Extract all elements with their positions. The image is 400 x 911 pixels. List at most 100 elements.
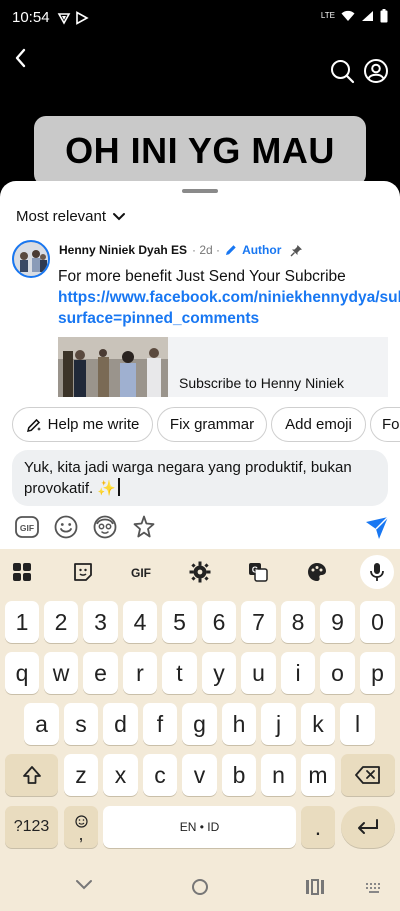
palette-icon[interactable]	[306, 561, 328, 583]
key-z[interactable]: z	[64, 754, 98, 796]
key-b[interactable]: b	[222, 754, 256, 796]
key-u[interactable]: u	[241, 652, 276, 694]
backspace-icon	[355, 766, 380, 784]
comment-input-value: Yuk, kita jadi warga negara yang produkt…	[24, 459, 352, 497]
key-9[interactable]: 9	[320, 601, 355, 643]
key-k[interactable]: k	[301, 703, 335, 745]
key-w[interactable]: w	[44, 652, 78, 694]
key-2[interactable]: 2	[44, 601, 78, 643]
key-x[interactable]: x	[103, 754, 138, 796]
key-e[interactable]: e	[83, 652, 118, 694]
symbols-key[interactable]: ?123	[5, 806, 58, 848]
key-o[interactable]: o	[320, 652, 355, 694]
sheet-drag-handle[interactable]	[182, 189, 218, 193]
video-text-overlay: OH INI YG MAU	[34, 116, 366, 186]
chip-add-emoji[interactable]: Add emoji	[271, 407, 366, 442]
voice-input-button[interactable]	[360, 555, 394, 589]
key-h[interactable]: h	[222, 703, 256, 745]
comment-author-avatar[interactable]	[12, 240, 50, 278]
sort-dropdown[interactable]: Most relevant	[16, 208, 126, 225]
key-p[interactable]: p	[360, 652, 395, 694]
home-icon[interactable]	[190, 877, 210, 897]
shift-key[interactable]	[5, 754, 58, 796]
settings-gear-icon[interactable]	[189, 561, 211, 583]
gif-key-label: GIF	[131, 566, 151, 580]
author-badge: Author	[242, 243, 282, 257]
key-0[interactable]: 0	[360, 601, 395, 643]
sparkle-sticker-icon[interactable]	[131, 514, 157, 540]
gif-key-icon[interactable]: GIF	[127, 561, 155, 583]
recents-icon[interactable]	[304, 878, 326, 896]
comment-link[interactable]: https://www.facebook.com/niniekhennydya/…	[58, 287, 400, 329]
keyboard-switch-icon[interactable]	[365, 882, 383, 894]
chip-fix-grammar[interactable]: Fix grammar	[157, 407, 267, 442]
comment-time: · 2d ·	[192, 243, 221, 257]
chip-label: Fo	[382, 416, 400, 433]
comment-input[interactable]: Yuk, kita jadi warga negara yang produkt…	[12, 450, 388, 506]
emoji-icon[interactable]	[53, 514, 79, 540]
send-icon[interactable]	[364, 516, 390, 540]
signal-icon	[362, 11, 373, 21]
text-cursor	[118, 478, 120, 496]
key-3[interactable]: 3	[83, 601, 118, 643]
key-f[interactable]: f	[143, 703, 177, 745]
status-time: 10:54	[12, 9, 50, 26]
mic-icon	[370, 563, 384, 581]
space-key[interactable]: EN • ID	[103, 806, 296, 848]
key-8[interactable]: 8	[281, 601, 315, 643]
profile-icon[interactable]	[363, 58, 389, 84]
key-v[interactable]: v	[182, 754, 217, 796]
back-button[interactable]	[8, 44, 36, 72]
chip-label: Fix grammar	[169, 416, 255, 433]
translate-icon[interactable]: G	[247, 561, 269, 583]
key-5[interactable]: 5	[162, 601, 197, 643]
key-l[interactable]: l	[340, 703, 375, 745]
gif-icon[interactable]: GIF	[14, 514, 40, 540]
apps-grid-icon[interactable]	[11, 561, 33, 583]
comment-author-name[interactable]: Henny Niniek Dyah ES	[59, 243, 187, 257]
key-1[interactable]: 1	[5, 601, 39, 643]
pin-icon	[290, 244, 303, 256]
app-notification-icon	[57, 13, 71, 25]
backspace-key[interactable]	[341, 754, 395, 796]
hide-keyboard-icon[interactable]	[74, 877, 94, 893]
avatar-image	[14, 242, 48, 276]
key-a[interactable]: a	[24, 703, 59, 745]
avatar-sticker-icon[interactable]	[92, 514, 118, 540]
key-j[interactable]: j	[261, 703, 296, 745]
key-7[interactable]: 7	[241, 601, 276, 643]
gif-icon-label: GIF	[20, 523, 34, 533]
key-6[interactable]: 6	[202, 601, 236, 643]
comma-emoji-key[interactable]: ,	[64, 806, 98, 848]
key-t[interactable]: t	[162, 652, 197, 694]
key-q[interactable]: q	[5, 652, 39, 694]
battery-icon	[380, 9, 388, 23]
key-i[interactable]: i	[281, 652, 315, 694]
shift-icon	[22, 766, 41, 784]
chip-help-me-write[interactable]: Help me write	[12, 407, 153, 442]
key-d[interactable]: d	[103, 703, 138, 745]
sticker-icon[interactable]	[72, 561, 94, 583]
search-icon[interactable]	[329, 58, 355, 84]
link-preview-title: Subscribe to Henny Niniek	[179, 375, 344, 391]
sort-label: Most relevant	[16, 208, 107, 225]
key-y[interactable]: y	[202, 652, 236, 694]
comma-label: ,	[78, 823, 84, 844]
key-c[interactable]: c	[143, 754, 177, 796]
enter-icon	[358, 819, 378, 834]
key-g[interactable]: g	[182, 703, 217, 745]
chip-label: Add emoji	[285, 416, 352, 433]
key-m[interactable]: m	[301, 754, 335, 796]
status-bar: 10:54 LTE	[0, 0, 400, 36]
key-n[interactable]: n	[261, 754, 296, 796]
key-s[interactable]: s	[64, 703, 98, 745]
key-4[interactable]: 4	[123, 601, 157, 643]
chip-overflow[interactable]: Fo	[370, 407, 400, 442]
comment-header: Henny Niniek Dyah ES · 2d · Author	[59, 243, 303, 257]
chip-label: Help me write	[47, 416, 140, 433]
key-r[interactable]: r	[123, 652, 157, 694]
enter-key[interactable]	[341, 806, 395, 848]
chevron-down-icon	[113, 212, 126, 220]
pencil-sparkle-icon	[26, 418, 41, 432]
period-key[interactable]: .	[301, 806, 335, 848]
